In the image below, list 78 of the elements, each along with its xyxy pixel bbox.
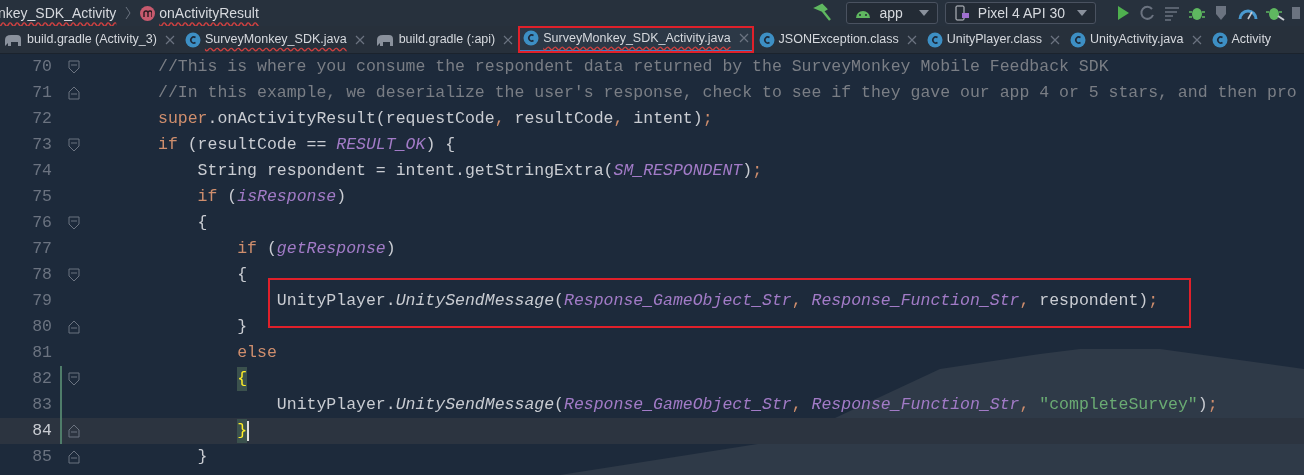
code-line: super.onActivityResult(requestCode, resultCode, intent); xyxy=(158,107,713,130)
code-line: { xyxy=(196,211,208,234)
caret-icon[interactable] xyxy=(1077,10,1087,16)
line-number: 82 xyxy=(31,367,53,390)
text-cursor xyxy=(247,421,250,441)
method-icon xyxy=(140,5,156,21)
code-line: { xyxy=(236,263,248,286)
phone-icon[interactable] xyxy=(953,5,970,21)
line-number: 74 xyxy=(31,159,53,182)
code-line: //This is where you consume the respondent data returned by the SurveyMonkey Mobile Feedback SDK xyxy=(158,55,1109,78)
stop-icon[interactable] xyxy=(1292,6,1300,20)
breadcrumb-item[interactable]: onActivityResult xyxy=(159,2,259,24)
code-line: if (getResponse) xyxy=(236,237,396,260)
editor-tab[interactable]: UnityPlayer.class xyxy=(921,26,1065,53)
code-line: UnityPlayer.UnitySendMessage(Response_GameObject_Str, Response_Function_Str, "completeSurvey"); xyxy=(275,393,1218,416)
code-line: { xyxy=(158,366,248,392)
line-number: 77 xyxy=(31,237,53,260)
code-line: if (resultCode == RESULT_OK) { xyxy=(158,133,456,156)
code-line: //In this example, we deserialize the user's response, check to see if they gave our app 4 or 5 stars, and then pro xyxy=(158,81,1297,104)
line-number: 84 xyxy=(31,419,53,442)
hammer-icon[interactable] xyxy=(813,3,834,23)
fold-icon[interactable] xyxy=(68,320,80,334)
close-icon[interactable] xyxy=(1191,34,1202,45)
code-line: if (isResponse) xyxy=(196,185,347,208)
chevron-icon[interactable] xyxy=(124,5,133,21)
line-number: 73 xyxy=(31,133,53,156)
editor-tab[interactable]: build.gradle (Activity_3) xyxy=(0,26,180,53)
fold-icon[interactable] xyxy=(68,268,80,282)
line-number: 75 xyxy=(31,185,53,208)
line-number: 76 xyxy=(31,211,53,234)
code-line: } xyxy=(196,445,208,468)
device-dropdown[interactable]: Pixel 4 API 30 xyxy=(944,2,1096,24)
rerun-icon[interactable] xyxy=(1138,4,1156,22)
line-number: 71 xyxy=(31,81,53,104)
code-line: else xyxy=(236,341,277,364)
line-number: 70 xyxy=(31,55,53,78)
fold-icon[interactable] xyxy=(68,450,80,464)
editor-tab[interactable]: JSONException.class xyxy=(753,26,922,53)
close-icon[interactable] xyxy=(906,34,917,45)
class-icon xyxy=(184,31,201,48)
line-number: 72 xyxy=(31,107,53,130)
editor-tab[interactable]: SurveyMonkey_SDK_Activity.java xyxy=(518,26,754,53)
fold-icon[interactable] xyxy=(68,138,80,152)
editor-tab[interactable]: Activity xyxy=(1206,26,1277,53)
code-line: UnityPlayer.UnitySendMessage(Response_GameObject_Str, Response_Function_Str, respondent); xyxy=(275,289,1159,312)
fold-icon[interactable] xyxy=(68,86,80,100)
editor-tab[interactable]: UnityActivity.java xyxy=(1064,26,1207,53)
code-line: } xyxy=(158,418,250,444)
class-icon xyxy=(1069,31,1086,48)
fold-icon[interactable] xyxy=(68,60,80,74)
fold-icon[interactable] xyxy=(68,424,80,438)
class-icon xyxy=(523,30,540,46)
close-icon[interactable] xyxy=(354,34,365,45)
line-number: 81 xyxy=(31,341,53,364)
close-icon[interactable] xyxy=(503,34,514,45)
fold-icon[interactable] xyxy=(68,372,80,386)
class-icon xyxy=(758,31,775,48)
run-icon[interactable] xyxy=(1115,5,1131,21)
editor-tab[interactable]: build.gradle (:api) xyxy=(369,26,519,53)
close-icon[interactable] xyxy=(1049,34,1060,45)
caret-icon[interactable] xyxy=(918,10,929,16)
line-number: 78 xyxy=(31,263,53,286)
class-icon xyxy=(926,31,943,48)
line-number: 80 xyxy=(31,315,53,338)
fold-icon[interactable] xyxy=(68,216,80,230)
close-icon[interactable] xyxy=(738,33,749,43)
line-number: 83 xyxy=(31,393,53,416)
line-number: 79 xyxy=(31,289,53,312)
editor-tab[interactable]: SurveyMonkey_SDK.java xyxy=(179,26,370,53)
code-line: String respondent = intent.getStringExtra(SM_RESPONDENT); xyxy=(196,159,763,182)
line-number: 85 xyxy=(31,445,53,468)
lines-icon[interactable] xyxy=(1163,4,1181,22)
class-icon xyxy=(1211,31,1228,48)
code-line: } xyxy=(236,315,248,338)
close-icon[interactable] xyxy=(164,34,175,45)
elephant-icon xyxy=(374,32,395,47)
run-config-dropdown[interactable]: app xyxy=(846,2,938,24)
elephant-icon xyxy=(3,32,23,47)
